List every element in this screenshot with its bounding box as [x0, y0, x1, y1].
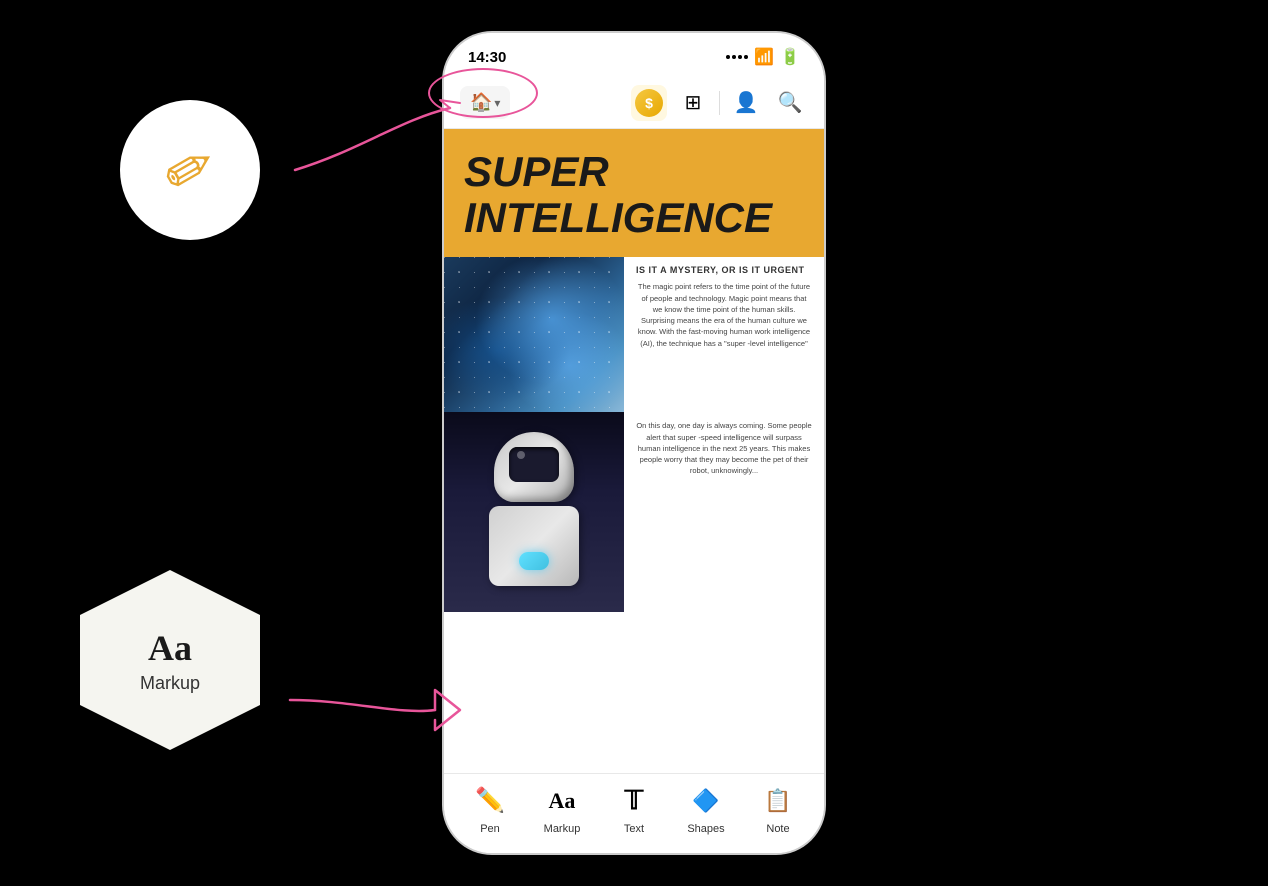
user-button[interactable]: 👤	[728, 85, 764, 121]
nebula-image	[444, 257, 624, 412]
note-toolbar-icon: 📋	[760, 783, 796, 819]
search-icon: 🔍	[778, 90, 803, 115]
coin-icon: $	[635, 89, 663, 117]
text-toolbar-icon: 𝕋	[616, 783, 652, 819]
robot-figure	[474, 432, 594, 612]
nav-divider	[719, 91, 720, 115]
text-label: Text	[624, 823, 644, 835]
status-icons: 📶 🔋	[726, 47, 800, 67]
shapes-label: Shapes	[687, 823, 724, 835]
search-button[interactable]: 🔍	[772, 85, 808, 121]
markup-hex-label: Markup	[140, 673, 200, 694]
markup-label: Markup	[544, 823, 581, 835]
phone-frame: 14:30 📶 🔋 🏠 ▾ $ ⊞ 👤 🔍	[444, 33, 824, 853]
translate-button[interactable]: ⊞	[675, 85, 711, 121]
user-icon: 👤	[734, 90, 759, 115]
pen-tool-circle: ✏	[120, 100, 260, 240]
signal-icon	[726, 55, 748, 59]
article-section-1: IS IT A MYSTERY, OR IS IT URGENT The mag…	[444, 257, 824, 412]
shapes-toolbar-icon: 🔷	[688, 783, 724, 819]
home-button[interactable]: 🏠 ▾	[460, 86, 510, 119]
toolbar-text[interactable]: 𝕋 Text	[598, 783, 670, 835]
pen-label: Pen	[480, 823, 500, 835]
article-title: SUPER INTELLIGENCE	[464, 149, 804, 241]
coin-button[interactable]: $	[631, 85, 667, 121]
toolbar-note[interactable]: 📋 Note	[742, 783, 814, 835]
chevron-down-icon: ▾	[494, 96, 500, 110]
bottom-toolbar: ✏️ Pen Aa Markup 𝕋 Text 🔷 Shapes 📋 Note	[444, 773, 824, 853]
article-header: SUPER INTELLIGENCE	[444, 129, 824, 257]
robot-image	[444, 412, 624, 612]
note-label: Note	[766, 823, 789, 835]
article-body-1: The magic point refers to the time point…	[636, 281, 812, 349]
article-section-2: On this day, one day is always coming. S…	[444, 412, 824, 612]
wifi-icon: 📶	[754, 47, 774, 67]
article-text-block-1: IS IT A MYSTERY, OR IS IT URGENT The mag…	[624, 257, 824, 412]
nav-bar: 🏠 ▾ $ ⊞ 👤 🔍	[444, 77, 824, 129]
status-time: 14:30	[468, 49, 506, 66]
markup-toolbar-icon: Aa	[544, 783, 580, 819]
toolbar-shapes[interactable]: 🔷 Shapes	[670, 783, 742, 835]
home-icon: 🏠	[470, 92, 492, 113]
translate-icon: ⊞	[685, 90, 702, 115]
markup-aa-icon: Aa	[148, 627, 192, 669]
pen-toolbar-icon: ✏️	[472, 783, 508, 819]
article-body-2: On this day, one day is always coming. S…	[636, 420, 812, 476]
article-text-block-2: On this day, one day is always coming. S…	[624, 412, 824, 612]
toolbar-pen[interactable]: ✏️ Pen	[454, 783, 526, 835]
article-subtitle: IS IT A MYSTERY, OR IS IT URGENT	[636, 265, 812, 275]
status-bar: 14:30 📶 🔋	[444, 33, 824, 77]
battery-icon: 🔋	[780, 47, 800, 67]
pen-icon: ✏	[151, 127, 230, 213]
toolbar-markup[interactable]: Aa Markup	[526, 783, 598, 835]
content-area: SUPER INTELLIGENCE IS IT A MYSTERY, OR I…	[444, 129, 824, 773]
markup-tool-hex: Aa Markup	[80, 570, 260, 750]
